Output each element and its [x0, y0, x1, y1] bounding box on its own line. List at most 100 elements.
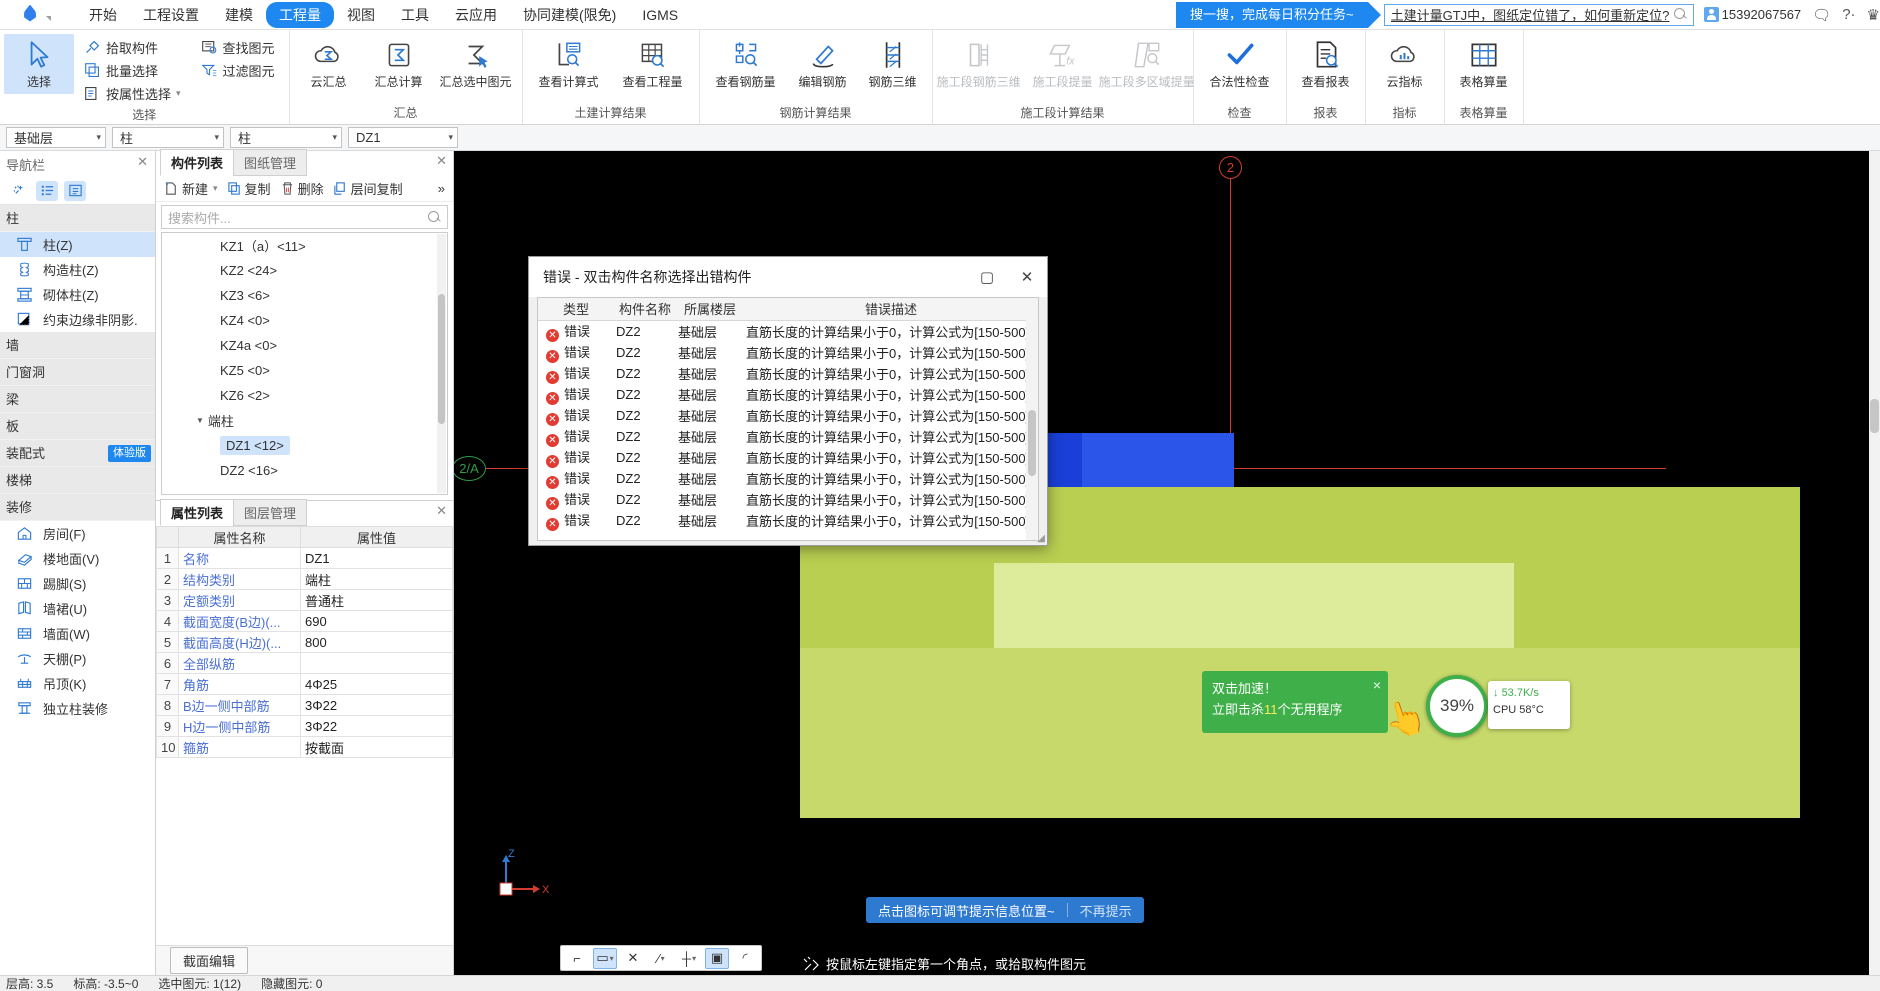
menu-item-start[interactable]: 开始	[76, 2, 130, 28]
menu-item-view[interactable]: 视图	[334, 2, 388, 28]
line-tool[interactable]: ∕ ▾	[649, 948, 673, 969]
tab-layer-management[interactable]: 图层管理	[233, 499, 308, 526]
table-row[interactable]: ✕ 错误 DZ2 基础层 直筋长度的计算结果小于0，计算公式为[150-500]	[538, 426, 1038, 447]
component-tree-scrollbar[interactable]	[437, 234, 446, 493]
table-row[interactable]: ✕ 错误 DZ2 基础层 直筋长度的计算结果小于0，计算公式为[150-500]	[538, 447, 1038, 468]
table-row[interactable]: 10 箍筋 按截面	[156, 736, 453, 758]
table-row[interactable]: 9 H边一侧中部筋 3Φ22	[156, 715, 453, 737]
sidebar-item-wainscot[interactable]: 墙裙(U)	[0, 596, 155, 621]
message-icon[interactable]: 🗨	[1812, 6, 1831, 24]
network-monitor[interactable]: ↓ 53.7K/s CPU 58°C	[1488, 681, 1570, 729]
legality-check-button[interactable]: 合法性检查	[1198, 34, 1282, 94]
nav-group-stairs[interactable]: 楼梯	[0, 467, 155, 494]
curve-tool[interactable]: ◜	[733, 948, 757, 969]
hint-bar[interactable]: 点击图标可调节提示信息位置~ 不再提示	[866, 897, 1144, 923]
fill-tool[interactable]: ▣	[705, 947, 729, 969]
list-view-icon[interactable]	[36, 180, 58, 201]
nav-group-wall[interactable]: 墙	[0, 332, 155, 359]
view-report-button[interactable]: 查看报表	[1291, 34, 1361, 94]
add-node-icon[interactable]	[8, 181, 30, 201]
user-account[interactable]: 15392067567	[1703, 7, 1801, 22]
menu-item-tools[interactable]: 工具	[388, 2, 442, 28]
list-item[interactable]: KZ4a <0>	[162, 333, 447, 358]
select-tool-button[interactable]: 选择	[4, 34, 74, 94]
menu-item-igms[interactable]: IGMS	[629, 4, 691, 26]
ad-popup[interactable]: × 双击加速！ 立即击杀11个无用程序	[1202, 671, 1388, 733]
table-row[interactable]: 5 截面高度(H边)(... 800	[156, 631, 453, 653]
table-row[interactable]: 3 定额类别 普通柱	[156, 589, 453, 611]
nav-group-beam[interactable]: 梁	[0, 386, 155, 413]
edit-rebar-button[interactable]: 编辑钢筋	[788, 34, 858, 94]
sidebar-item-column-decoration[interactable]: 独立柱装修	[0, 696, 155, 721]
copy-component-button[interactable]: 复制	[224, 178, 274, 199]
search-input[interactable]	[1390, 7, 1674, 22]
sidebar-item-wall-surface[interactable]: 墙面(W)	[0, 621, 155, 646]
nav-group-slab[interactable]: 板	[0, 413, 155, 440]
menu-item-modeling[interactable]: 建模	[212, 2, 266, 28]
menu-item-collab-modeling[interactable]: 协同建模(限免)	[510, 2, 629, 28]
canvas-vertical-scrollbar[interactable]	[1869, 151, 1880, 975]
list-item[interactable]: KZ5 <0>	[162, 358, 447, 383]
chevron-down-icon[interactable]: ▾	[692, 954, 696, 963]
detail-view-icon[interactable]	[64, 180, 86, 201]
close-icon[interactable]: ×	[1373, 674, 1381, 696]
component-search-input[interactable]: 搜索构件...	[161, 205, 448, 229]
section-rebar-3d-button[interactable]: 施工段钢筋三维	[937, 34, 1021, 94]
list-item[interactable]: KZ2 <24>	[162, 258, 447, 283]
sidebar-item-structural-column[interactable]: 构造柱(Z)	[0, 257, 155, 282]
list-item-dz1[interactable]: DZ1 <12>	[162, 433, 447, 458]
grid-label-2a[interactable]: 2/A	[454, 456, 486, 481]
quick-access-caret-icon[interactable]	[44, 2, 58, 28]
sidebar-item-suspended-ceiling[interactable]: 吊顶(K)	[0, 671, 155, 696]
table-row[interactable]: 6 全部纵筋	[156, 652, 453, 674]
hint-dismiss[interactable]: 不再提示	[1080, 901, 1132, 920]
sidebar-item-floor-surface[interactable]: 楼地面(V)	[0, 546, 155, 571]
section-multi-quantity-button[interactable]: 施工段多区域提量	[1099, 34, 1195, 94]
filter-element-button[interactable]: 过滤图元	[197, 59, 279, 82]
nav-group-prefab[interactable]: 装配式 体验版	[0, 440, 155, 467]
menu-item-cloud-apps[interactable]: 云应用	[442, 2, 510, 28]
table-row[interactable]: ✕ 错误 DZ2 基础层 直筋长度的计算结果小于0，计算公式为[150-500]	[538, 320, 1038, 342]
point-tool[interactable]: ⌐	[565, 948, 589, 969]
menu-item-project-settings[interactable]: 工程设置	[130, 2, 212, 28]
table-quantity-button[interactable]: 表格算量	[1449, 34, 1519, 94]
measure-tool[interactable]: ┼ ▾	[677, 948, 701, 969]
tab-property-list[interactable]: 属性列表	[160, 499, 235, 526]
maximize-icon[interactable]: ▢	[967, 257, 1007, 297]
table-row[interactable]: 4 截面宽度(B边)(... 690	[156, 610, 453, 632]
search-icon[interactable]	[1673, 8, 1687, 21]
sidebar-item-masonry-column[interactable]: 砌体柱(Z)	[0, 282, 155, 307]
chevron-down-icon[interactable]: ▾	[661, 954, 665, 963]
menu-item-quantity[interactable]: 工程量	[266, 1, 334, 28]
table-row[interactable]: 2 结构类别 端柱	[156, 568, 453, 590]
cloud-sum-button[interactable]: 云汇总	[294, 34, 364, 94]
close-icon[interactable]: ✕	[137, 154, 148, 170]
find-element-button[interactable]: 查找图元	[197, 36, 279, 59]
close-icon[interactable]: ✕	[1007, 257, 1047, 297]
pick-component-button[interactable]: 拾取构件	[80, 36, 185, 59]
table-row[interactable]: ✕ 错误 DZ2 基础层 直筋长度的计算结果小于0，计算公式为[150-500]	[538, 510, 1038, 531]
view-quantity-button[interactable]: 查看工程量	[611, 34, 695, 94]
crown-icon[interactable]: ♛	[1867, 6, 1880, 24]
promo-banner[interactable]: 搜一搜，完成每日积分任务~	[1176, 1, 1381, 28]
sum-calc-button[interactable]: 汇总计算	[364, 34, 434, 94]
floor-select[interactable]: 基础层 ▾	[6, 127, 106, 148]
sidebar-item-skirting[interactable]: 踢脚(S)	[0, 571, 155, 596]
dialog-scrollbar[interactable]	[1026, 320, 1038, 540]
sidebar-item-ceiling[interactable]: 天棚(P)	[0, 646, 155, 671]
nav-group-column[interactable]: 柱	[0, 205, 155, 232]
chevron-down-icon[interactable]: ▾	[610, 954, 614, 963]
section-edit-button[interactable]: 截面编辑	[170, 947, 249, 974]
table-row[interactable]: ✕ 错误 DZ2 基础层 直筋长度的计算结果小于0，计算公式为[150-500]	[538, 489, 1038, 510]
tab-component-list[interactable]: 构件列表	[160, 149, 235, 176]
resize-grip-icon[interactable]: ◢	[1037, 533, 1045, 544]
table-row[interactable]: ✕ 错误 DZ2 基础层 直筋长度的计算结果小于0，计算公式为[150-500]	[538, 342, 1038, 363]
delete-component-button[interactable]: 删除	[277, 178, 327, 199]
accelerator-gauge[interactable]: 39%	[1426, 675, 1488, 737]
help-icon[interactable]: ?·	[1842, 6, 1855, 23]
table-row[interactable]: ✕ 错误 DZ2 基础层 直筋长度的计算结果小于0，计算公式为[150-500]	[538, 468, 1038, 489]
nav-group-decoration[interactable]: 装修	[0, 494, 155, 521]
chevron-down-icon[interactable]: ▾	[213, 183, 218, 194]
close-icon[interactable]: ✕	[436, 503, 447, 519]
rect-tool[interactable]: ▭ ▾	[593, 947, 617, 969]
